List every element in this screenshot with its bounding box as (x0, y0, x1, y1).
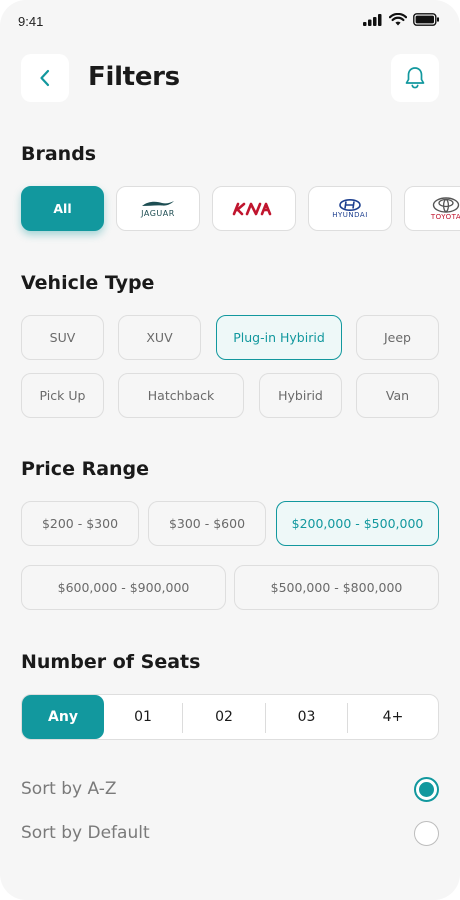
toyota-logo-icon (432, 196, 460, 213)
hyundai-logo-text: HYUNDAI (332, 210, 368, 219)
seats-title: Number of Seats (21, 651, 201, 673)
vehicle-chip-xuv[interactable]: XUV (118, 315, 201, 360)
price-chip-200-300[interactable]: $200 - $300 (21, 501, 139, 546)
filters-screen: 9:41 Filters Brands All JAGUAR HYUNDAI T… (0, 0, 460, 900)
status-icons (363, 13, 440, 26)
brand-chip-hyundai[interactable]: HYUNDAI (308, 186, 392, 231)
seats-segmented-control: Any 01 02 03 4+ (21, 694, 439, 740)
kia-logo-icon (232, 202, 272, 215)
price-chip-500k-800k[interactable]: $500,000 - $800,000 (234, 565, 439, 610)
status-time: 9:41 (18, 14, 44, 29)
notification-button[interactable] (391, 54, 439, 102)
price-chip-300-600[interactable]: $300 - $600 (148, 501, 266, 546)
vehicle-chip-jeep[interactable]: Jeep (356, 315, 439, 360)
seat-option-any[interactable]: Any (22, 695, 104, 739)
price-chip-200k-500k[interactable]: $200,000 - $500,000 (276, 501, 439, 546)
seat-option-03[interactable]: 03 (266, 695, 347, 739)
vehicle-chip-hatchback[interactable]: Hatchback (118, 373, 244, 418)
brand-chip-jaguar[interactable]: JAGUAR (116, 186, 200, 231)
price-range-title: Price Range (21, 458, 150, 480)
radio-a-z[interactable] (414, 777, 439, 802)
back-button[interactable] (21, 54, 69, 102)
jaguar-logo-text: JAGUAR (141, 209, 175, 218)
brand-chip-all[interactable]: All (21, 186, 104, 231)
price-chip-600k-900k[interactable]: $600,000 - $900,000 (21, 565, 226, 610)
signal-icon (363, 13, 382, 26)
vehicle-chip-plug-in-hybrid[interactable]: Plug-in Hybirid (216, 315, 342, 360)
sort-option-default[interactable]: Sort by Default (21, 819, 439, 849)
bell-icon (405, 67, 425, 89)
brand-chip-kia[interactable] (212, 186, 296, 231)
seat-option-01[interactable]: 01 (104, 695, 182, 739)
chevron-left-icon (40, 69, 50, 87)
vehicle-chip-hybrid[interactable]: Hybirid (259, 373, 342, 418)
status-bar: 9:41 (0, 0, 460, 42)
vehicle-type-title: Vehicle Type (21, 272, 155, 294)
vehicle-chip-van[interactable]: Van (356, 373, 439, 418)
brands-title: Brands (21, 143, 97, 165)
sort-label-a-z: Sort by A-Z (21, 779, 117, 799)
header: Filters (0, 54, 460, 104)
jaguar-logo-icon (142, 201, 174, 206)
sort-label-default: Sort by Default (21, 823, 150, 843)
wifi-icon (389, 13, 407, 26)
battery-icon (413, 13, 439, 26)
toyota-logo-text: TOYOTA (430, 212, 460, 221)
vehicle-chip-pick-up[interactable]: Pick Up (21, 373, 104, 418)
hyundai-logo-icon (339, 198, 361, 211)
radio-default[interactable] (414, 821, 439, 846)
seat-option-4-plus[interactable]: 4+ (348, 695, 438, 739)
page-title: Filters (88, 62, 180, 92)
seat-option-02[interactable]: 02 (183, 695, 265, 739)
vehicle-chip-suv[interactable]: SUV (21, 315, 104, 360)
brand-chip-toyota[interactable]: TOYOTA (404, 186, 460, 231)
sort-option-a-z[interactable]: Sort by A-Z (21, 775, 439, 805)
